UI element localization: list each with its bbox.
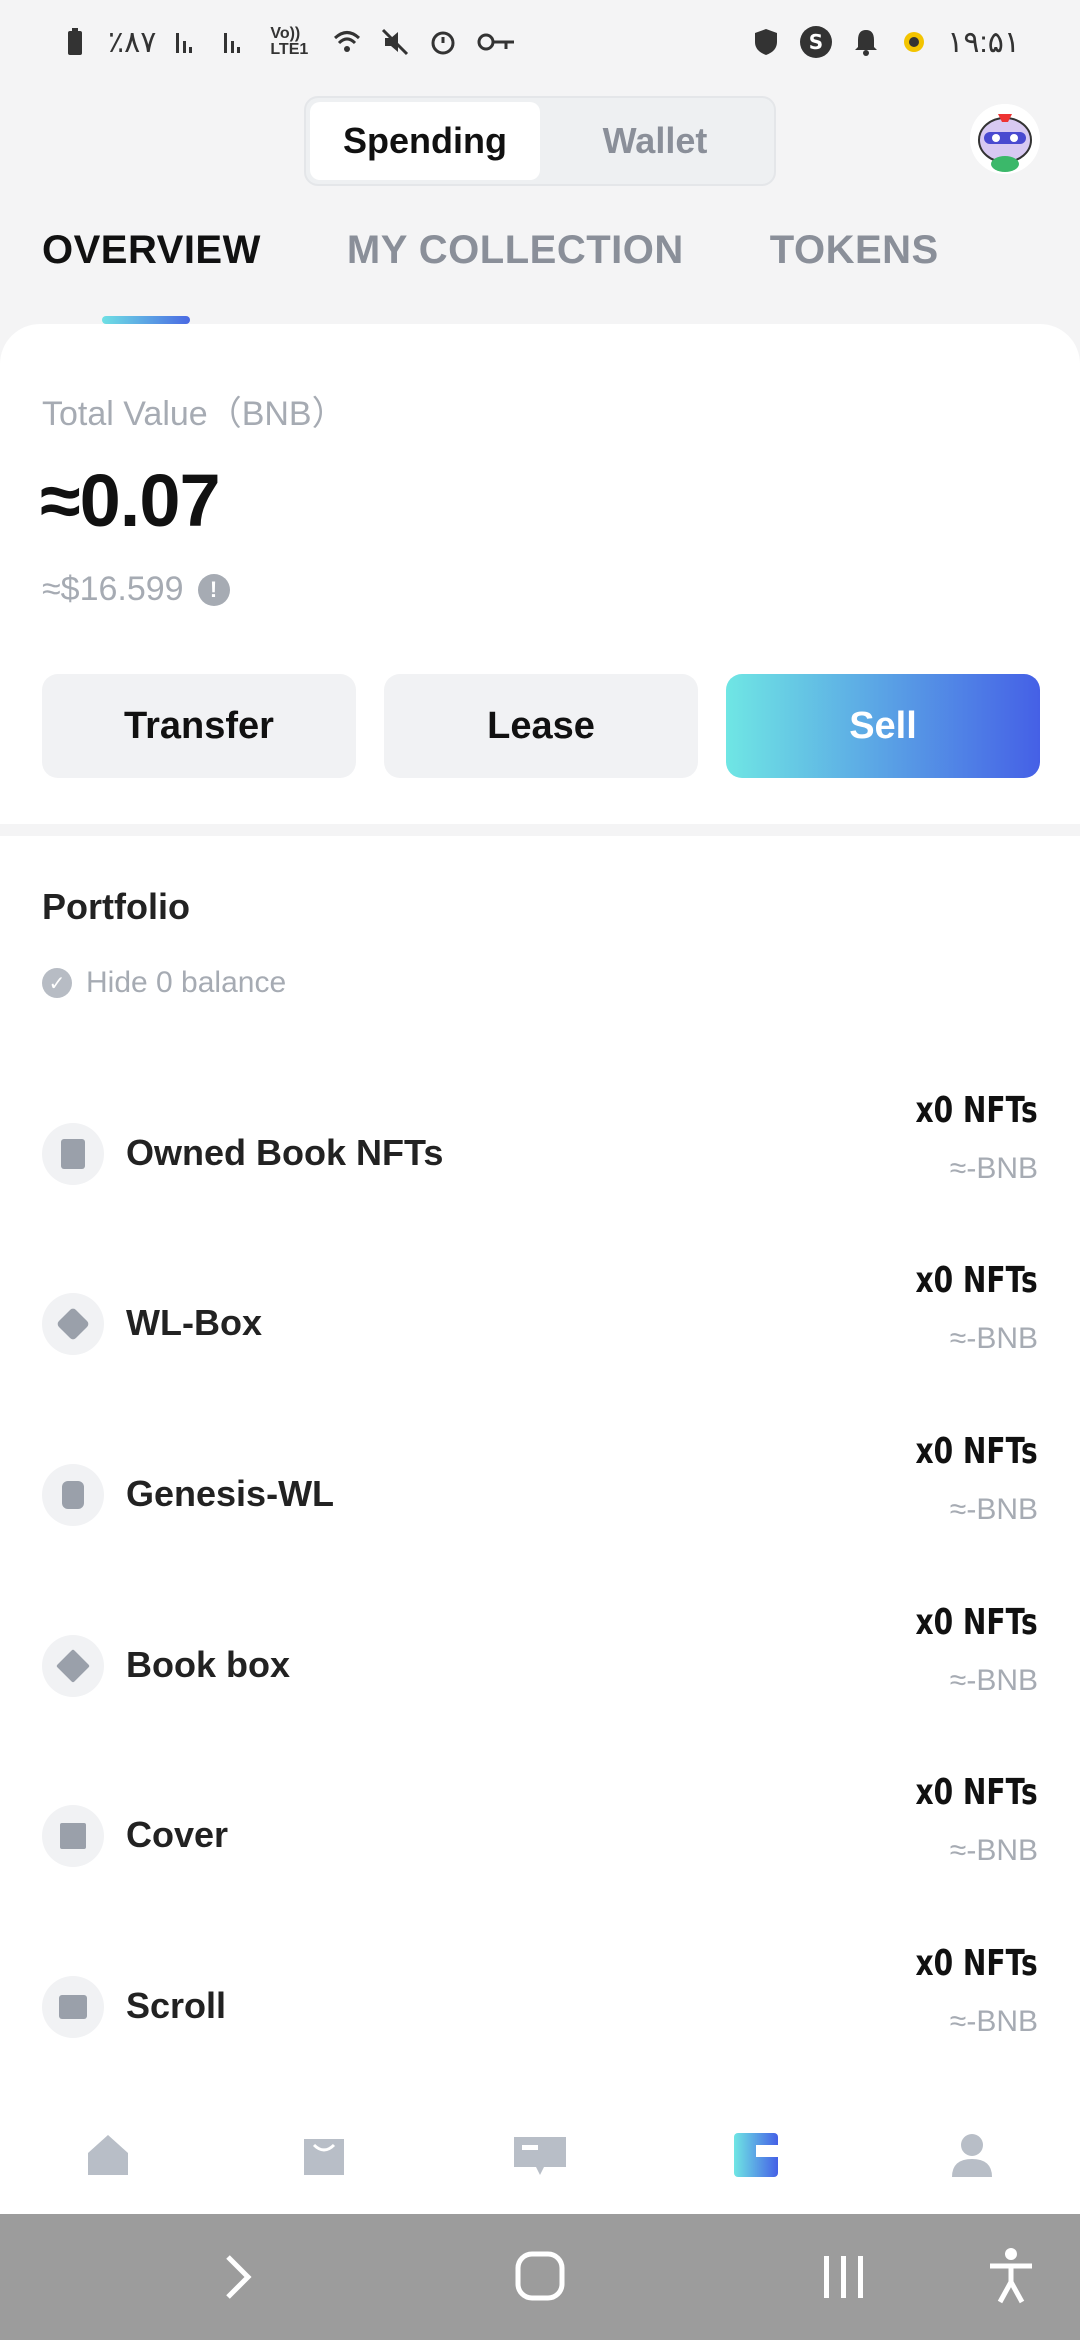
nav-messages[interactable]	[512, 2127, 568, 2183]
item-value: ≈-BNB	[949, 1493, 1038, 1526]
tab-my-collection[interactable]: MY COLLECTION	[347, 228, 684, 273]
app-notification-icon	[904, 32, 925, 52]
checkmark-icon: ✓	[42, 968, 72, 998]
tab-overview[interactable]: OVERVIEW	[42, 228, 261, 273]
status-right: S ۱۹:۵۱	[751, 25, 1020, 60]
recents-icon	[824, 2256, 863, 2298]
store-icon	[304, 2139, 344, 2175]
item-value: ≈-BNB	[949, 1834, 1038, 1867]
item-value: ≈-BNB	[949, 1152, 1038, 1185]
battery-percent: ٪۸۷	[108, 25, 157, 59]
network-label: Vo)) LTE1	[270, 25, 309, 58]
list-item[interactable]: Genesis-WL x0 NFTs ≈-BNB	[42, 1431, 1038, 1581]
mute-icon	[382, 28, 409, 56]
portfolio-title: Portfolio	[42, 886, 190, 927]
list-item[interactable]: WL-Box x0 NFTs ≈-BNB	[42, 1260, 1038, 1410]
overview-card: Total Value（BNB） ≈0.07 ≈$16.599 ! Transf…	[0, 324, 1080, 824]
item-name: WL-Box	[126, 1302, 262, 1343]
home-icon	[88, 2135, 128, 2175]
scroll-icon	[42, 1976, 104, 2038]
svg-text:S: S	[809, 30, 823, 54]
nav-store[interactable]	[296, 2127, 352, 2183]
accessibility-icon	[990, 2248, 1032, 2304]
system-recents-button[interactable]	[818, 2252, 870, 2302]
item-name: Cover	[126, 1814, 229, 1855]
item-quantity: x0 NFTs	[915, 1943, 1038, 1984]
list-item[interactable]: Cover x0 NFTs ≈-BNB	[42, 1772, 1038, 1922]
shield-icon	[755, 29, 778, 55]
portfolio-section: Portfolio ✓ Hide 0 balance Owned Book NF…	[0, 836, 1080, 2096]
battery-icon	[68, 28, 82, 55]
wl-box-icon	[42, 1293, 104, 1355]
wallet-icon	[734, 2133, 778, 2177]
avatar[interactable]	[970, 104, 1040, 174]
usd-value-row: ≈$16.599 !	[42, 570, 230, 609]
segment-spending[interactable]: Spending	[310, 102, 540, 180]
genesis-icon	[42, 1464, 104, 1526]
list-item[interactable]: Owned Book NFTs x0 NFTs ≈-BNB	[42, 1090, 1038, 1240]
transfer-button[interactable]: Transfer	[42, 674, 356, 778]
action-buttons: Transfer Lease Sell	[42, 674, 1040, 778]
system-nav-bar	[0, 2214, 1080, 2340]
message-icon	[514, 2137, 566, 2175]
segment-wallet[interactable]: Wallet	[540, 102, 770, 180]
sell-button[interactable]: Sell	[726, 674, 1040, 778]
profile-icon	[952, 2134, 992, 2177]
bell-icon	[855, 30, 878, 56]
wifi-icon	[334, 31, 361, 52]
item-quantity: x0 NFTs	[915, 1090, 1038, 1131]
clock: ۱۹:۵۱	[947, 25, 1020, 59]
cover-icon	[42, 1805, 104, 1867]
item-value: ≈-BNB	[949, 1322, 1038, 1355]
nav-home[interactable]	[80, 2127, 136, 2183]
item-quantity: x0 NFTs	[915, 1772, 1038, 1813]
main-tabs: OVERVIEW MY COLLECTION TOKENS	[42, 228, 939, 273]
signal-icon-2	[224, 33, 241, 53]
item-name: Owned Book NFTs	[126, 1132, 444, 1173]
system-forward-button[interactable]	[216, 2252, 260, 2302]
alarm-icon	[431, 31, 455, 55]
total-value: ≈0.07	[40, 459, 221, 542]
item-name: Scroll	[126, 1985, 227, 2026]
home-square-icon	[515, 2251, 565, 2301]
chevron-right-icon	[226, 2255, 252, 2299]
active-tab-indicator	[102, 316, 190, 324]
item-value: ≈-BNB	[949, 2005, 1038, 2038]
signal-icon	[176, 33, 193, 53]
list-item[interactable]: Book box x0 NFTs ≈-BNB	[42, 1602, 1038, 1752]
status-left: ٪۸۷ Vo)) LTE1	[60, 25, 516, 60]
hide-zero-balance-toggle[interactable]: ✓ Hide 0 balance	[42, 966, 286, 1000]
info-icon[interactable]: !	[197, 573, 230, 606]
status-bar: ٪۸۷ Vo)) LTE1 S ۱۹:۵۱	[0, 0, 1080, 84]
item-quantity: x0 NFTs	[915, 1260, 1038, 1301]
key-icon	[477, 33, 515, 51]
avatar-icon	[970, 104, 1040, 174]
item-name: Genesis-WL	[126, 1473, 335, 1514]
usd-value: ≈$16.599	[42, 570, 184, 608]
hide-zero-balance-label: Hide 0 balance	[86, 966, 287, 999]
tab-tokens[interactable]: TOKENS	[770, 228, 939, 273]
spending-wallet-toggle: Spending Wallet	[304, 96, 776, 186]
item-value: ≈-BNB	[949, 1664, 1038, 1697]
lease-button[interactable]: Lease	[384, 674, 698, 778]
item-quantity: x0 NFTs	[915, 1431, 1038, 1472]
system-accessibility-button[interactable]	[986, 2246, 1036, 2306]
item-quantity: x0 NFTs	[915, 1602, 1038, 1643]
nav-profile[interactable]	[944, 2127, 1000, 2183]
s-app-icon: S	[800, 26, 833, 58]
bottom-nav	[0, 2096, 1080, 2214]
item-name: Book box	[126, 1644, 291, 1685]
system-home-button[interactable]	[514, 2250, 566, 2302]
book-icon	[42, 1123, 104, 1185]
nav-wallet[interactable]	[728, 2127, 784, 2183]
box-icon	[42, 1635, 104, 1697]
list-item[interactable]: Scroll x0 NFTs ≈-BNB	[42, 1943, 1038, 2093]
total-value-label: Total Value（BNB）	[42, 395, 346, 433]
